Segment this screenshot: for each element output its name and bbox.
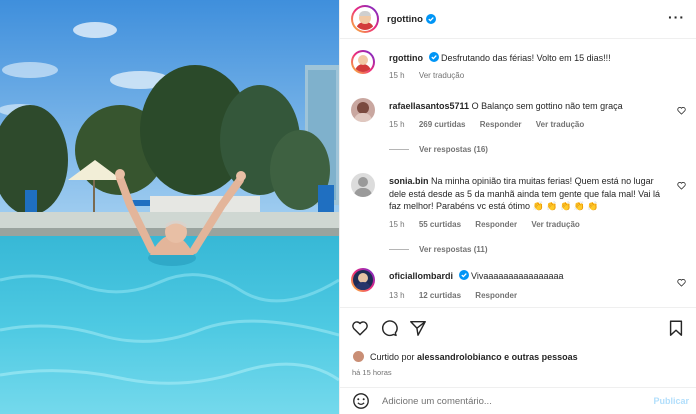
more-options-icon[interactable]: ··· bbox=[668, 10, 685, 24]
commenter-avatar[interactable] bbox=[351, 98, 375, 122]
liked-by-prefix: Curtido por bbox=[370, 351, 415, 362]
liker-avatar[interactable] bbox=[352, 350, 365, 363]
comment-reply-button[interactable]: Responder bbox=[475, 291, 517, 300]
add-comment-bar: Adicione um comentário... Publicar bbox=[340, 387, 696, 414]
comment-time[interactable]: 15 h bbox=[389, 120, 405, 129]
comment-like-heart-icon[interactable] bbox=[677, 181, 686, 190]
comment-reply-button[interactable]: Responder bbox=[480, 120, 522, 129]
comment-reply-button[interactable]: Responder bbox=[475, 220, 517, 229]
emoji-icon[interactable] bbox=[352, 392, 370, 410]
post-header: rgottino ··· bbox=[340, 0, 696, 39]
caption-username[interactable]: rgottino bbox=[389, 53, 423, 63]
comment-time[interactable]: 13 h bbox=[389, 291, 405, 300]
post-time[interactable]: há 15 horas bbox=[352, 368, 392, 377]
author-avatar[interactable] bbox=[351, 5, 379, 33]
heart-icon[interactable] bbox=[351, 319, 369, 337]
commenter-avatar[interactable] bbox=[351, 173, 375, 197]
commenter-username[interactable]: oficiallombardi bbox=[389, 271, 453, 281]
publish-button[interactable]: Publicar bbox=[653, 396, 689, 406]
view-replies-label[interactable]: Ver respostas (11) bbox=[419, 245, 487, 254]
commenter-avatar[interactable] bbox=[351, 268, 375, 292]
comment-icon[interactable] bbox=[380, 319, 398, 337]
share-icon[interactable] bbox=[409, 319, 427, 337]
caption-time[interactable]: 15 h bbox=[389, 71, 405, 80]
pool-photo-illustration bbox=[0, 0, 339, 414]
comment-text: Vivaaaaaaaaaaaaaaaa bbox=[471, 271, 564, 281]
liked-by-others[interactable]: e outras pessoas bbox=[504, 352, 578, 362]
view-replies-button[interactable]: Ver respostas (16) bbox=[389, 145, 488, 154]
verified-badge-icon bbox=[425, 14, 436, 24]
replies-divider bbox=[389, 149, 409, 150]
comment-likes-count[interactable]: 55 curtidas bbox=[419, 220, 461, 229]
liked-by-user[interactable]: alessandrolobianco bbox=[417, 352, 502, 362]
comment-likes-count[interactable]: 269 curtidas bbox=[419, 120, 466, 129]
caption-translate-link[interactable]: Ver tradução bbox=[419, 71, 464, 80]
comments-list: rgottino Desfrutando das férias! Volto e… bbox=[340, 40, 696, 305]
commenter-username[interactable]: sonia.bin bbox=[389, 176, 429, 186]
verified-badge-icon bbox=[458, 270, 469, 280]
view-replies-button[interactable]: Ver respostas (11) bbox=[389, 245, 487, 254]
post-actions: Curtido por alessandrolobianco e outras … bbox=[340, 307, 696, 387]
comment-like-heart-icon[interactable] bbox=[677, 106, 686, 115]
author-username[interactable]: rgottino bbox=[387, 14, 423, 25]
post-photo[interactable] bbox=[0, 0, 339, 414]
comment-time[interactable]: 15 h bbox=[389, 220, 405, 229]
liked-by-line: Curtido por alessandrolobianco e outras … bbox=[352, 350, 578, 363]
comment-text: O Balanço sem gottino não tem graça bbox=[471, 101, 623, 111]
verified-badge-icon bbox=[428, 52, 439, 62]
view-replies-label[interactable]: Ver respostas (16) bbox=[419, 145, 488, 154]
comment-translate-link[interactable]: Ver tradução bbox=[536, 120, 584, 129]
comment-likes-count[interactable]: 12 curtidas bbox=[419, 291, 461, 300]
comment-text: Na minha opinião tira muitas ferias! Que… bbox=[389, 176, 661, 211]
comment-input[interactable]: Adicione um comentário... bbox=[382, 396, 492, 407]
replies-divider bbox=[389, 249, 409, 250]
comment-like-heart-icon[interactable] bbox=[677, 278, 686, 287]
caption-text: Desfrutando das férias! Volto em 15 dias… bbox=[441, 53, 611, 63]
bookmark-icon[interactable] bbox=[667, 319, 685, 337]
post-sidebar: rgottino ··· rgottino Desfrutando das fé… bbox=[339, 0, 696, 414]
comment-translate-link[interactable]: Ver tradução bbox=[531, 220, 579, 229]
caption-avatar[interactable] bbox=[351, 50, 375, 74]
commenter-username[interactable]: rafaellasantos5711 bbox=[389, 101, 469, 111]
